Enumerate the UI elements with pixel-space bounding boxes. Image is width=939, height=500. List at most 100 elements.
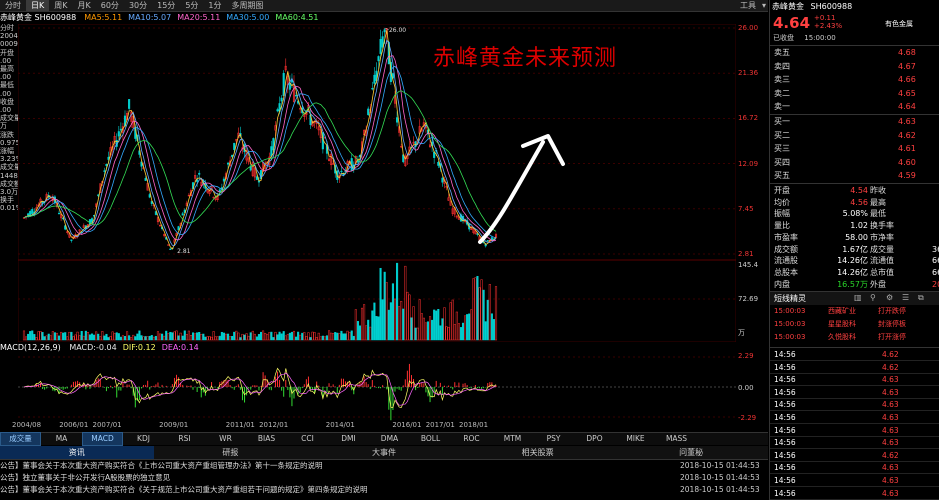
volume-bar: [82, 335, 85, 341]
volume-bar: [128, 335, 131, 341]
volume-bar: [286, 334, 289, 341]
filter-icon[interactable]: ⚲: [870, 293, 876, 302]
volume-bar: [330, 332, 333, 341]
toolbar-menu[interactable]: 工具: [740, 0, 756, 11]
indicator-tab[interactable]: DPO: [574, 433, 615, 445]
left-info-item: .00: [0, 56, 12, 65]
shortline-row[interactable]: 15:00:03 星星股科 封涨停板: [774, 318, 939, 331]
orderbook-label: 卖二: [774, 88, 790, 98]
indicator-tab[interactable]: MASS: [656, 433, 697, 445]
volume-bar: [284, 335, 287, 341]
candle-body: [280, 97, 283, 102]
ma-value: MA20:5.11: [177, 13, 221, 22]
price-change: +0.11 +2.43%: [814, 14, 842, 30]
shortline-time: 15:00:03: [774, 307, 806, 315]
period-tab[interactable]: 60分: [96, 0, 124, 11]
news-tab[interactable]: 大事件: [307, 446, 461, 459]
orderbook-row[interactable]: 买一 4.63: [774, 115, 939, 128]
indicator-tab[interactable]: PSY: [533, 433, 574, 445]
period-tab[interactable]: 周K: [49, 0, 72, 11]
indicator-tab[interactable]: WR: [205, 433, 246, 445]
indicator-tab[interactable]: BIAS: [246, 433, 287, 445]
orderbook-row[interactable]: 买五 4.59: [774, 169, 939, 182]
indicator-tab[interactable]: MA: [41, 433, 82, 445]
volume-bar: [307, 332, 310, 341]
volume-bar: [416, 327, 419, 341]
orderbook-label: 卖四: [774, 61, 790, 71]
period-tab[interactable]: 5分: [180, 0, 203, 11]
kline-chart[interactable]: 26.00 2.81: [18, 24, 736, 342]
volume-bar: [70, 331, 73, 341]
volume-bar: [422, 317, 425, 341]
date-tick: 2009/01: [159, 421, 189, 429]
volume-bar: [276, 334, 279, 341]
orderbook-row[interactable]: 买四 4.60: [774, 156, 939, 169]
candle-body: [227, 162, 230, 165]
indicator-tab[interactable]: MIKE: [615, 433, 656, 445]
volume-bar: [136, 333, 139, 341]
volume-bar: [25, 336, 28, 341]
indicator-tab[interactable]: KDJ: [123, 433, 164, 445]
indicator-tab[interactable]: DMI: [328, 433, 369, 445]
indicator-tab[interactable]: MTM: [492, 433, 533, 445]
orderbook-row[interactable]: 买三 4.61: [774, 142, 939, 155]
orderbook-price: 4.67: [898, 61, 916, 71]
volume-bar: [121, 335, 124, 341]
toolbar-menu[interactable]: ▾: [762, 0, 766, 11]
volume-bar: [274, 331, 277, 341]
volume-bar: [198, 332, 201, 341]
candle-body: [486, 240, 489, 242]
price-tick: 21.36: [738, 69, 759, 78]
news-tab[interactable]: 相关股票: [461, 446, 615, 459]
orderbook-row[interactable]: 卖三 4.66: [774, 73, 939, 86]
orderbook-row[interactable]: 卖一 4.64: [774, 100, 939, 113]
news-item[interactable]: 公告】独立董事关于非公开发行A股股票的独立意见 2018-10-15 01:44:…: [0, 472, 768, 483]
volume-bar: [194, 333, 197, 341]
volume-bar: [412, 306, 415, 341]
popout-icon[interactable]: ⧉: [918, 293, 924, 303]
volume-bar: [280, 333, 283, 341]
news-item[interactable]: 公告】董事会关于本次重大资产购买符合《上市公司重大资产重组管理办法》第十一条规定…: [0, 460, 768, 471]
indicator-tab[interactable]: 成交量: [0, 432, 41, 446]
volume-bar: [233, 331, 236, 341]
shortline-row[interactable]: 15:00:03 西藏矿业 打开跌停: [774, 305, 939, 318]
macd-chart[interactable]: [18, 353, 736, 421]
sector-label[interactable]: 有色金属: [885, 19, 913, 29]
orderbook-row[interactable]: 卖五 4.68: [774, 46, 939, 59]
left-info-item: 成交量: [0, 163, 18, 172]
volume-bar: [247, 335, 250, 341]
chart-icon[interactable]: ▥: [854, 293, 862, 302]
indicator-tab[interactable]: MACD: [82, 432, 123, 446]
period-tab[interactable]: 15分: [152, 0, 180, 11]
orderbook-row[interactable]: 卖二 4.65: [774, 87, 939, 100]
volume-bar: [478, 287, 481, 341]
settings-icon[interactable]: ⚙: [886, 293, 893, 302]
news-tab[interactable]: 问董秘: [614, 446, 768, 459]
shortline-row[interactable]: 15:00:03 久悦股科 打开涨停: [774, 331, 939, 344]
indicator-tab[interactable]: RSI: [164, 433, 205, 445]
period-tab[interactable]: 1分: [203, 0, 226, 11]
news-tab[interactable]: 资讯: [0, 446, 154, 459]
date-tick: 2012/01: [259, 421, 289, 429]
volume-bar: [239, 337, 242, 341]
volume-bar: [414, 327, 417, 341]
indicator-tab[interactable]: DMA: [369, 433, 410, 445]
ma-info-line: 赤峰黄金 SH600988 MA5:5.11 MA10:5.07 MA20:5.11…: [0, 12, 768, 24]
orderbook-row[interactable]: 买二 4.62: [774, 129, 939, 142]
news-item[interactable]: 公告】董事会关于本次重大资产购买符合《关于规范上市公司重大资产重组若干问题的规定…: [0, 484, 768, 495]
list-icon[interactable]: ☰: [902, 293, 909, 302]
period-tab[interactable]: 分时: [0, 0, 26, 11]
volume-bar: [177, 335, 180, 341]
volume-bar: [208, 335, 211, 341]
period-tab[interactable]: 多周期图: [227, 0, 269, 11]
period-tab[interactable]: 30分: [124, 0, 152, 11]
volume-bar: [402, 308, 405, 341]
period-tab[interactable]: 日K: [26, 0, 50, 11]
news-tab[interactable]: 研报: [154, 446, 308, 459]
indicator-tab[interactable]: BOLL: [410, 433, 451, 445]
indicator-tab[interactable]: CCI: [287, 433, 328, 445]
indicator-tab[interactable]: ROC: [451, 433, 492, 445]
period-tab[interactable]: 月K: [73, 0, 96, 11]
left-info-item: 1448: [0, 171, 18, 180]
orderbook-row[interactable]: 卖四 4.67: [774, 60, 939, 73]
